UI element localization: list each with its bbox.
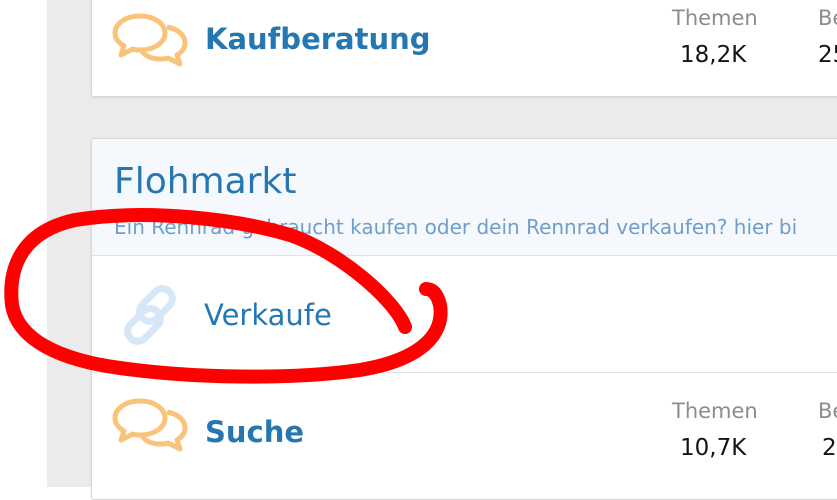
stat-value-beitraege: 2 bbox=[822, 435, 837, 461]
stat-label-themen: Themen bbox=[672, 399, 758, 423]
stat-value-themen: 18,2K bbox=[680, 42, 747, 68]
category-title[interactable]: Flohmarkt bbox=[114, 161, 296, 202]
stat-value-themen: 10,7K bbox=[680, 435, 747, 461]
forum-row-suche[interactable]: Suche Themen 10,7K Be 2 bbox=[92, 373, 837, 499]
stat-label-beitraege: Be bbox=[818, 399, 837, 423]
category-block-flohmarkt: Flohmarkt Ein Rennrad gebraucht kaufen o… bbox=[91, 138, 837, 500]
category-description: Ein Rennrad gebraucht kaufen oder dein R… bbox=[114, 215, 798, 239]
forum-row-kaufberatung[interactable]: Kaufberatung Themen 18,2K Be 25 bbox=[92, 0, 837, 96]
forum-block-kaufberatung: Kaufberatung Themen 18,2K Be 25 bbox=[91, 0, 837, 97]
forum-title-kaufberatung[interactable]: Kaufberatung bbox=[205, 22, 431, 56]
stat-label-beitraege: Be bbox=[818, 6, 837, 30]
speech-bubbles-icon bbox=[112, 398, 188, 452]
stat-label-themen: Themen bbox=[672, 6, 758, 30]
speech-bubbles-icon bbox=[112, 13, 188, 67]
forum-title-suche[interactable]: Suche bbox=[205, 415, 304, 449]
link-icon bbox=[124, 285, 176, 345]
link-forum-title[interactable]: Verkaufe bbox=[204, 298, 332, 332]
category-header: Flohmarkt Ein Rennrad gebraucht kaufen o… bbox=[92, 139, 837, 256]
stat-value-beitraege: 25 bbox=[818, 42, 837, 68]
link-forum-row-verkaufe[interactable]: Verkaufe bbox=[92, 256, 837, 373]
